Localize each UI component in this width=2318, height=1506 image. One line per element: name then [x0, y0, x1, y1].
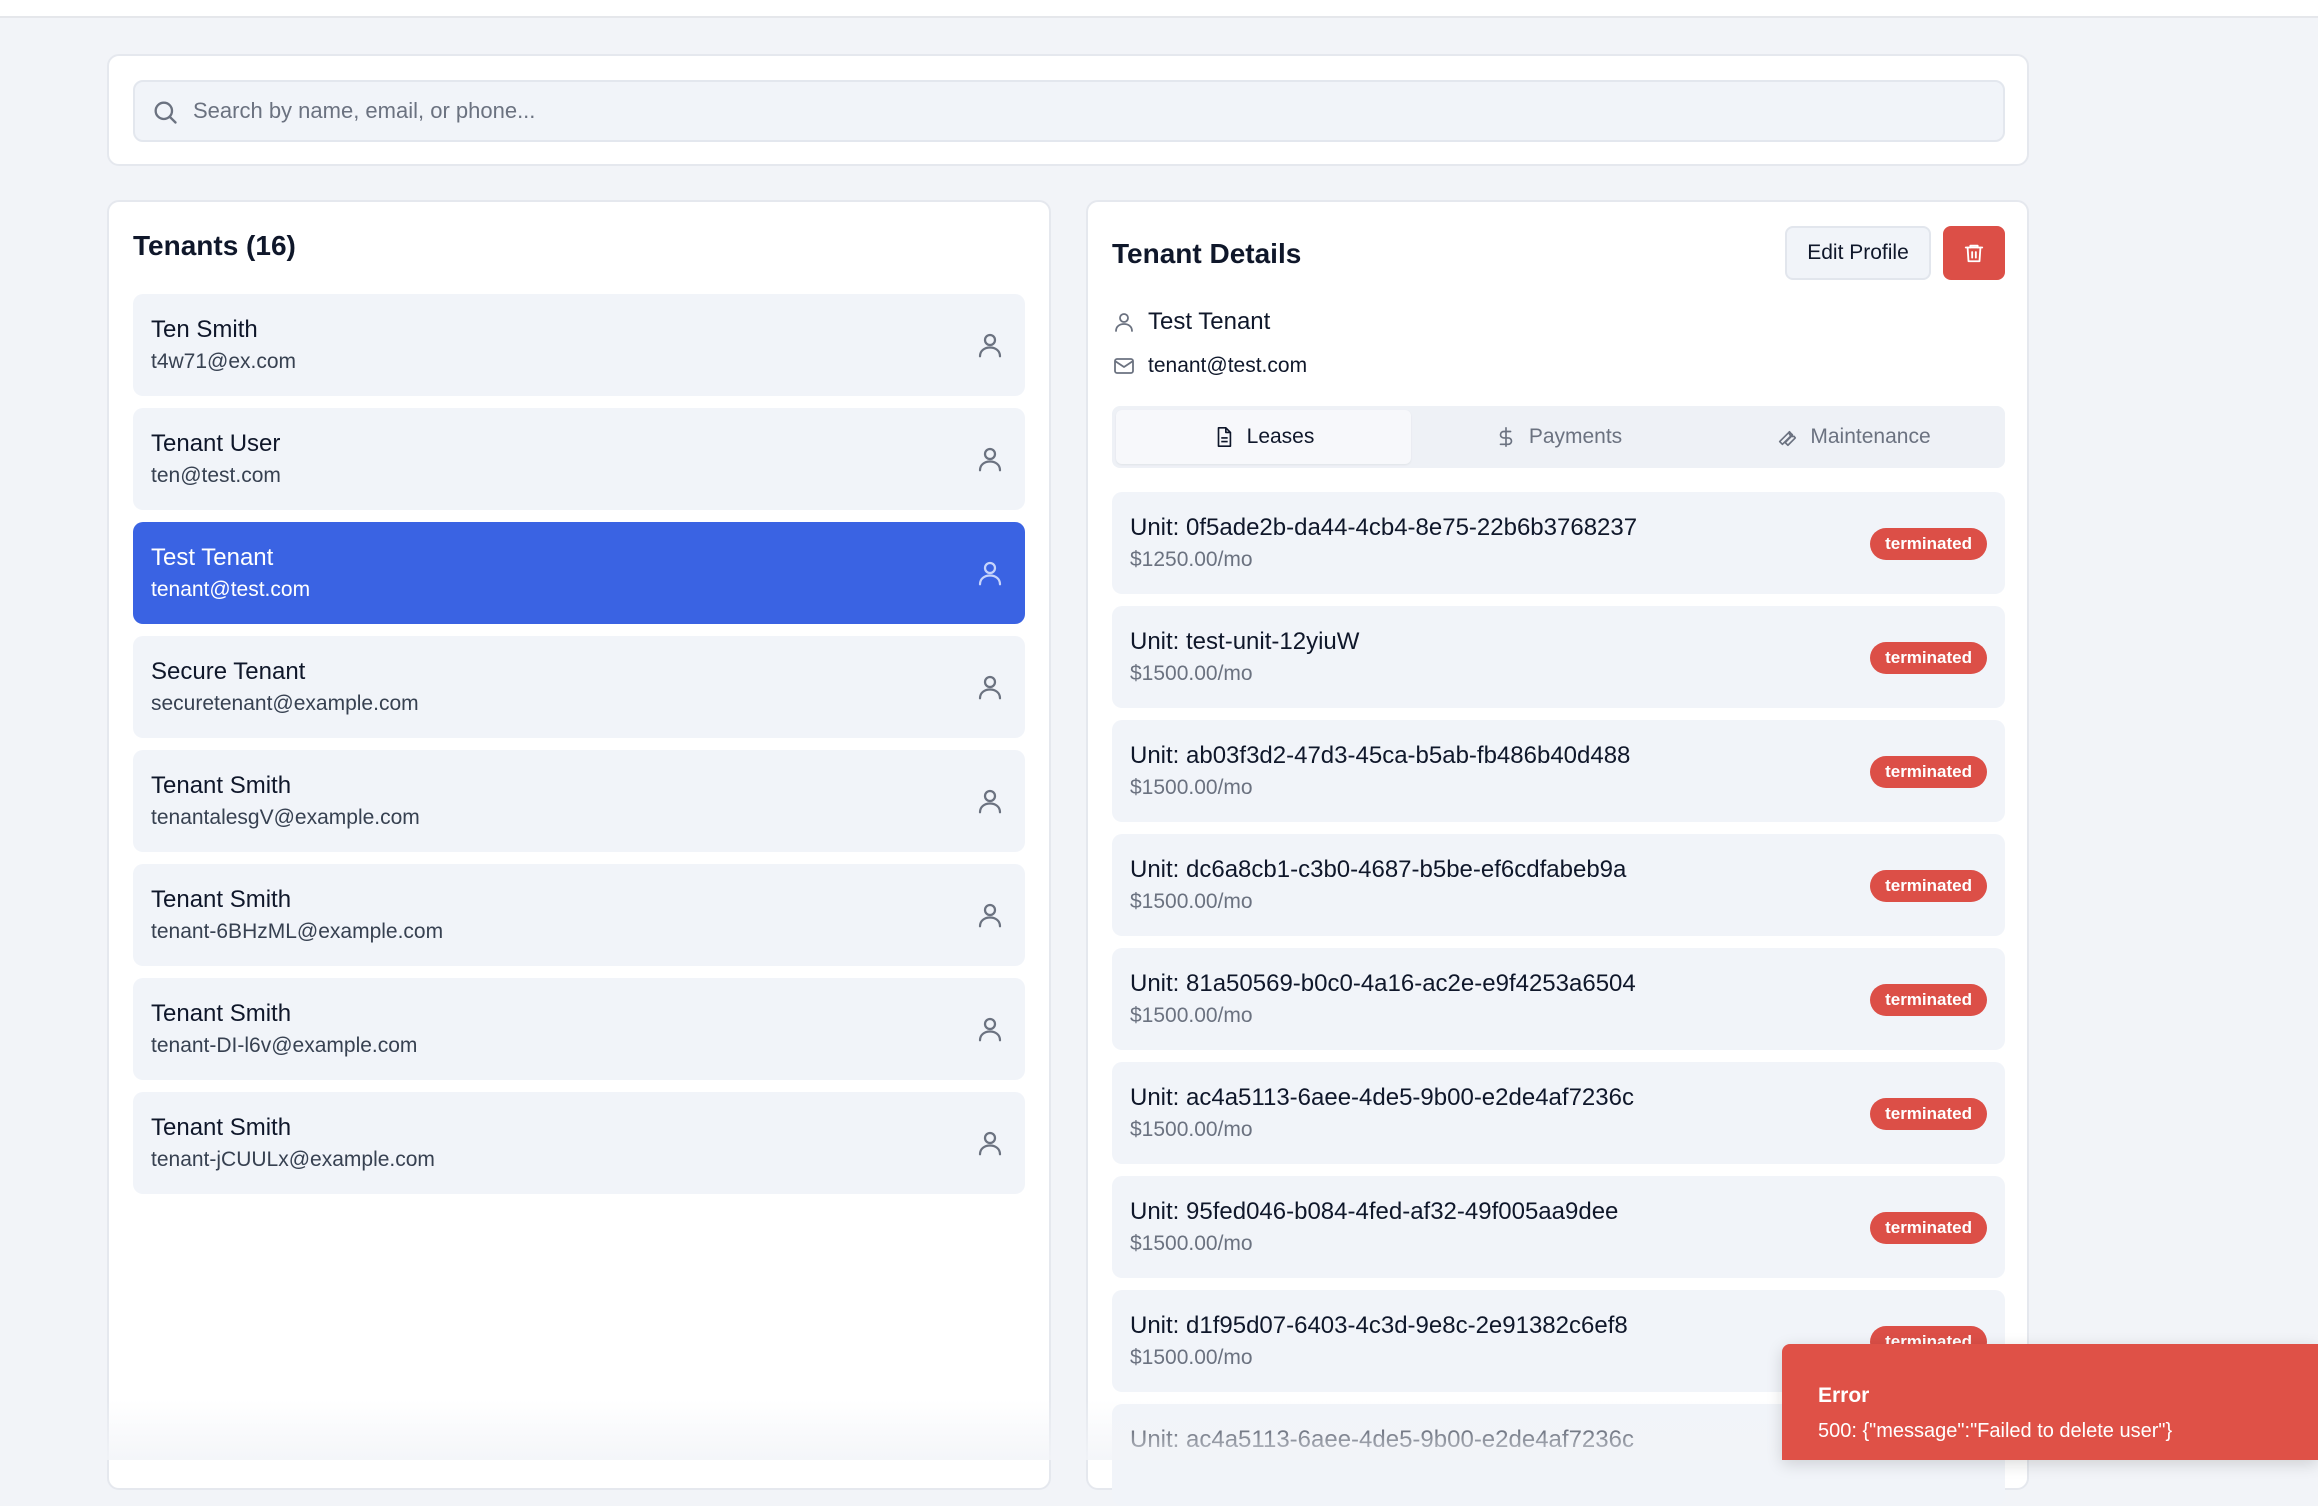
lease-rent: $1500.00/mo	[1130, 1232, 1253, 1255]
tenant-email-row: tenant@test.com	[1112, 354, 1307, 378]
lease-item[interactable]: Unit: ab03f3d2-47d3-45ca-b5ab-fb486b40d4…	[1112, 720, 2005, 822]
tenant-details-panel: Tenant Details Edit Profile Test Tenant …	[1086, 200, 2029, 1506]
status-badge: terminated	[1870, 984, 1987, 1016]
tenant-list-item[interactable]: Tenant Smith tenant-6BHzML@example.com	[133, 864, 1025, 966]
lease-unit: Unit: dc6a8cb1-c3b0-4687-b5be-ef6cdfabeb…	[1130, 856, 1627, 883]
tenant-list-item-selected[interactable]: Test Tenant tenant@test.com	[133, 522, 1025, 624]
status-badge: terminated	[1870, 1212, 1987, 1244]
user-icon	[978, 1131, 1002, 1156]
search-box[interactable]	[133, 80, 2005, 142]
lease-rent: $1500.00/mo	[1130, 890, 1253, 913]
lease-unit: Unit: d1f95d07-6403-4c3d-9e8c-2e91382c6e…	[1130, 1312, 1628, 1339]
status-badge: terminated	[1870, 642, 1987, 674]
wrench-icon	[1779, 430, 1797, 447]
tenant-email: tenant-DI-l6v@example.com	[151, 1034, 418, 1057]
search-input[interactable]	[193, 82, 1993, 140]
tenant-list-item[interactable]: Secure Tenant securetenant@example.com	[133, 636, 1025, 738]
lease-rent: $1500.00/mo	[1130, 776, 1253, 799]
lease-unit: Unit: ac4a5113-6aee-4de5-9b00-e2de4af723…	[1130, 1084, 1634, 1111]
user-icon	[978, 903, 1002, 928]
status-badge: terminated	[1870, 1098, 1987, 1130]
tenant-name: Tenant Smith	[151, 772, 292, 799]
search-card	[107, 54, 2029, 166]
lease-item[interactable]: Unit: 0f5ade2b-da44-4cb4-8e75-22b6b37682…	[1112, 492, 2005, 594]
user-icon	[978, 1017, 1002, 1042]
tenant-email: tenantalesgV@example.com	[151, 806, 420, 829]
tenant-name: Tenant Smith	[151, 1114, 292, 1141]
file-text-icon	[1217, 427, 1231, 447]
lease-unit: Unit: 95fed046-b084-4fed-af32-49f005aa9d…	[1130, 1198, 1619, 1225]
lease-item[interactable]: Unit: ac4a5113-6aee-4de5-9b00-e2de4af723…	[1112, 1062, 2005, 1164]
user-icon	[978, 561, 1002, 586]
tab-payments[interactable]: Payments	[1411, 410, 1706, 464]
lease-item[interactable]: Unit: 81a50569-b0c0-4a16-ac2e-e9f4253a65…	[1112, 948, 2005, 1050]
tenants-title: Tenants (16)	[133, 230, 296, 261]
mail-icon	[1114, 358, 1134, 374]
tab-maintenance[interactable]: Maintenance	[1706, 410, 2001, 464]
lease-item[interactable]: Unit: dc6a8cb1-c3b0-4687-b5be-ef6cdfabeb…	[1112, 834, 2005, 936]
tenant-list-item[interactable]: Tenant Smith tenantalesgV@example.com	[133, 750, 1025, 852]
lease-rent: $1500.00/mo	[1130, 1118, 1253, 1141]
tab-label: Maintenance	[1810, 425, 1931, 448]
user-icon	[978, 333, 1002, 358]
trash-icon	[1964, 244, 1984, 263]
tenant-email: ten@test.com	[151, 464, 281, 487]
tenant-detail-email: tenant@test.com	[1148, 354, 1308, 377]
tab-label: Leases	[1246, 425, 1315, 448]
user-icon	[978, 447, 1002, 472]
toast-title: Error	[1818, 1384, 1870, 1407]
tab-leases[interactable]: Leases	[1116, 410, 1411, 464]
tenant-name: Tenant Smith	[151, 886, 292, 913]
tenant-list-item[interactable]: Tenant Smith tenant-jCUULx@example.com	[133, 1092, 1025, 1194]
toast-message: 500: {"message":"Failed to delete user"}	[1818, 1420, 2173, 1442]
lease-item[interactable]: Unit: 95fed046-b084-4fed-af32-49f005aa9d…	[1112, 1176, 2005, 1278]
tenant-name: Ten Smith	[151, 316, 258, 343]
tenant-name: Test Tenant	[151, 544, 274, 571]
tenant-email: tenant-6BHzML@example.com	[151, 920, 444, 943]
search-icon	[154, 101, 177, 124]
lease-item[interactable]: Unit: test-unit-12yiuW $1500.00/mo termi…	[1112, 606, 2005, 708]
tab-label: Payments	[1528, 425, 1623, 448]
tenant-email: tenant-jCUULx@example.com	[151, 1148, 435, 1171]
lease-unit: Unit: test-unit-12yiuW	[1130, 628, 1360, 655]
lease-unit: Unit: 0f5ade2b-da44-4cb4-8e75-22b6b37682…	[1130, 514, 1638, 541]
tenant-email: securetenant@example.com	[151, 692, 419, 715]
user-icon	[978, 675, 1002, 700]
tenant-list-item[interactable]: Ten Smith t4w71@ex.com	[133, 294, 1025, 396]
tenant-name: Tenant User	[151, 430, 281, 457]
status-badge: terminated	[1870, 870, 1987, 902]
tenant-list-item[interactable]: Tenant User ten@test.com	[133, 408, 1025, 510]
error-toast[interactable]: Error 500: {"message":"Failed to delete …	[1782, 1344, 2318, 1460]
lease-rent: $1500.00/mo	[1130, 1346, 1253, 1369]
tenant-detail-name: Test Tenant	[1148, 308, 1271, 335]
tenant-name-row: Test Tenant	[1112, 308, 1270, 336]
status-badge: terminated	[1870, 528, 1987, 560]
details-title: Tenant Details	[1112, 238, 1302, 269]
dollar-icon	[1499, 427, 1513, 447]
tenant-email: t4w71@ex.com	[151, 350, 297, 373]
status-badge: terminated	[1870, 756, 1987, 788]
tenant-name: Tenant Smith	[151, 1000, 292, 1027]
lease-unit: Unit: 81a50569-b0c0-4a16-ac2e-e9f4253a65…	[1130, 970, 1636, 997]
lease-unit: Unit: ac4a5113-6aee-4de5-9b00-e2de4af723…	[1130, 1426, 1634, 1453]
tenant-list-item[interactable]: Tenant Smith tenant-DI-l6v@example.com	[133, 978, 1025, 1080]
tenant-email: tenant@test.com	[151, 578, 311, 601]
lease-rent: $1500.00/mo	[1130, 662, 1253, 685]
tenants-panel: Tenants (16) Ten Smith t4w71@ex.com Tena…	[107, 200, 1051, 1490]
lease-unit: Unit: ab03f3d2-47d3-45ca-b5ab-fb486b40d4…	[1130, 742, 1631, 769]
lease-rent: $1250.00/mo	[1130, 548, 1253, 571]
edit-profile-button[interactable]: Edit Profile	[1785, 226, 1931, 280]
details-tabs: Leases Payments Maintenance	[1112, 406, 2005, 468]
lease-rent: $1500.00/mo	[1130, 1004, 1253, 1027]
user-icon	[1115, 313, 1133, 332]
user-icon	[978, 789, 1002, 814]
top-bar	[0, 0, 2318, 18]
delete-tenant-button[interactable]	[1943, 226, 2005, 280]
tenant-name: Secure Tenant	[151, 658, 306, 685]
